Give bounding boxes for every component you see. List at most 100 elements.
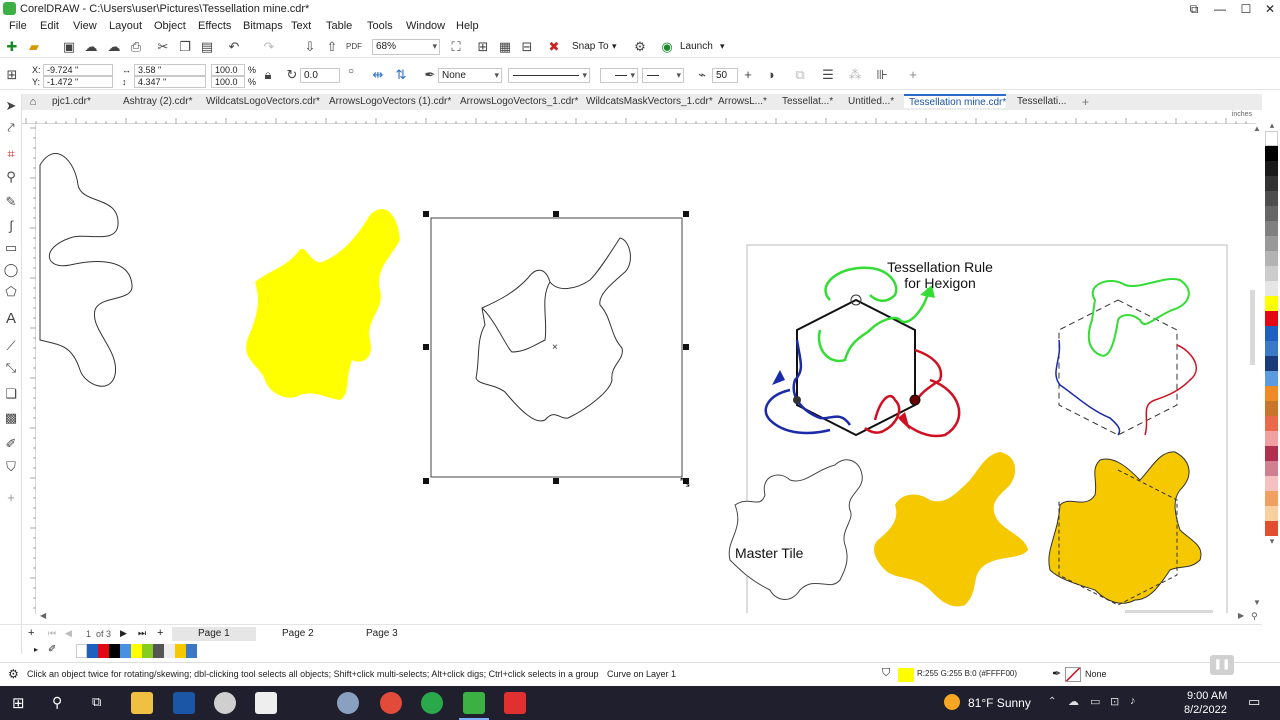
palette-scroll-down-icon[interactable]: ▾ <box>1264 536 1280 547</box>
mirror-horizontal-icon[interactable]: ⇹ <box>370 67 386 83</box>
drop-shadow-tool-icon[interactable]: ❏ <box>3 386 19 402</box>
doc-palette-swatch[interactable] <box>98 644 109 658</box>
x-position-field[interactable]: -9.724 " <box>43 64 113 76</box>
palette-swatch[interactable] <box>1265 476 1278 491</box>
screencast-app-icon[interactable] <box>173 692 195 714</box>
doc-tab-wildcats-mask[interactable]: WildcatsMaskVectors_1.cdr* <box>586 95 713 109</box>
mirror-vertical-icon[interactable]: ⇅ <box>393 67 409 83</box>
wrap-text-icon[interactable]: ☰ <box>820 67 836 83</box>
cloud-download-icon[interactable]: ☁ <box>106 39 122 55</box>
export-icon[interactable]: ⇧ <box>324 39 340 55</box>
coreldraw-active-taskbar-icon[interactable] <box>463 692 485 714</box>
tray-icon-1[interactable]: ☁ <box>1068 695 1079 708</box>
save-icon[interactable]: ▣ <box>61 39 77 55</box>
palette-scroll-up-icon[interactable]: ▴ <box>1264 120 1280 131</box>
vertical-ruler[interactable] <box>22 124 36 614</box>
ellipse-tool-icon[interactable]: ◯ <box>3 262 19 278</box>
page-tab-2[interactable]: Page 2 <box>274 627 322 641</box>
freehand-tool-icon[interactable]: ✎ <box>3 194 19 210</box>
prev-page-icon[interactable]: ◀ <box>65 628 72 639</box>
menu-effects[interactable]: Effects <box>198 20 231 32</box>
doc-palette-swatch[interactable] <box>109 644 120 658</box>
palette-swatch[interactable] <box>1265 431 1278 446</box>
zoom-fit-icon[interactable]: ⚲ <box>1251 611 1258 622</box>
curve-smoothing-field[interactable]: 50 <box>712 68 738 83</box>
menu-help[interactable]: Help <box>456 20 479 32</box>
notifications-icon[interactable]: ▭ <box>1248 694 1260 710</box>
cloud-upload-icon[interactable]: ☁ <box>83 39 99 55</box>
connector-tool-icon[interactable]: ⤡ <box>3 360 19 376</box>
doc-tab-ashtray[interactable]: Ashtray (2).cdr* <box>123 95 192 109</box>
close-curve-icon[interactable]: ◗ <box>764 67 780 83</box>
menu-text[interactable]: Text <box>291 20 311 32</box>
object-origin-icon[interactable]: ⊞ <box>4 67 20 83</box>
page-tab-3[interactable]: Page 3 <box>358 627 406 641</box>
launch-dropdown[interactable]: Launch <box>680 41 713 52</box>
page-tab-1[interactable]: Page 1 <box>172 627 256 641</box>
selected-curve-tile[interactable] <box>475 237 631 422</box>
add-page-before-icon[interactable]: + <box>28 627 34 639</box>
palette-swatch[interactable] <box>1265 446 1278 461</box>
outline-tile-left[interactable] <box>39 153 133 387</box>
lock-ratio-icon[interactable]: 🔒︎ <box>260 67 276 83</box>
chrome-icon[interactable] <box>380 692 402 714</box>
eyedropper-tool-icon[interactable]: ✐ <box>3 436 19 452</box>
palette-swatch[interactable] <box>1265 161 1278 176</box>
palette-swatch[interactable] <box>1265 176 1278 191</box>
launch-chevron-icon[interactable]: ▾ <box>720 41 725 52</box>
scale-width-field[interactable]: 100.0 <box>211 64 245 76</box>
home-icon[interactable]: ⌂ <box>25 94 41 110</box>
new-tab-icon[interactable]: + <box>1082 95 1089 109</box>
start-arrowhead-select[interactable] <box>600 68 638 83</box>
rectangle-tool-icon[interactable]: ▭ <box>3 240 19 256</box>
palette-swatch[interactable] <box>1265 251 1278 266</box>
doc-palette-swatch[interactable] <box>87 644 98 658</box>
crop-tool-icon[interactable]: ⌗ <box>3 146 19 162</box>
palette-swatch[interactable] <box>1265 401 1278 416</box>
minimize-button[interactable]: — <box>1208 1 1232 17</box>
palette-swatch[interactable] <box>1265 221 1278 236</box>
doc-palette-swatch[interactable] <box>120 644 131 658</box>
horizontal-scrollbar-thumb[interactable] <box>1125 610 1213 613</box>
snap-to-chevron-icon[interactable]: ▾ <box>612 41 617 52</box>
show-rulers-icon[interactable]: ⊞ <box>475 39 491 55</box>
menu-edit[interactable]: Edit <box>40 20 59 32</box>
publish-pdf-icon[interactable]: PDF <box>346 39 362 55</box>
show-guidelines-icon[interactable]: ⊟ <box>519 39 535 55</box>
status-settings-icon[interactable]: ⚙ <box>8 667 19 681</box>
open-icon[interactable]: ▰ <box>26 39 42 55</box>
launch-icon[interactable]: ◉ <box>659 39 675 55</box>
weather-text[interactable]: 81°F Sunny <box>968 696 1031 710</box>
palette-swatch[interactable] <box>1265 236 1278 251</box>
scroll-left-icon[interactable]: ◀ <box>40 611 46 620</box>
palette-swatch[interactable] <box>1265 266 1278 281</box>
palette-swatch[interactable] <box>1265 521 1278 536</box>
palette-swatch[interactable] <box>1265 281 1278 296</box>
clock-time[interactable]: 9:00 AM <box>1187 690 1227 702</box>
palette-swatch[interactable] <box>1265 191 1278 206</box>
menu-file[interactable]: File <box>9 20 27 32</box>
doc-palette-eyedropper-icon[interactable]: ✐ <box>48 644 56 655</box>
tray-chevron-icon[interactable]: ⌃ <box>1048 696 1056 707</box>
maximize-button[interactable]: ☐ <box>1234 1 1258 17</box>
yellow-fill-tile[interactable] <box>246 209 400 400</box>
scroll-up-icon[interactable]: ▲ <box>1253 124 1261 133</box>
account-icon[interactable]: ⧉ <box>1182 1 1206 17</box>
show-grid-icon[interactable]: ▦ <box>497 39 513 55</box>
shaping-weld-icon[interactable]: ⧉ <box>792 67 808 83</box>
outline-color-swatch[interactable] <box>1065 667 1081 682</box>
menu-tools[interactable]: Tools <box>367 20 393 32</box>
scroll-down-icon[interactable]: ▼ <box>1253 598 1261 607</box>
paste-icon[interactable]: ▤ <box>199 39 215 55</box>
palette-swatch[interactable] <box>1265 206 1278 221</box>
scale-height-field[interactable]: 100.0 <box>211 76 245 88</box>
doc-tab-arrows-logo-1[interactable]: ArrowsLogoVectors (1).cdr* <box>329 95 451 109</box>
windows-start-icon[interactable]: ⊞ <box>12 694 25 712</box>
file-explorer-icon[interactable] <box>131 692 153 714</box>
add-tool-icon[interactable]: + <box>3 490 19 506</box>
doc-palette-swatch[interactable] <box>186 644 197 658</box>
weather-sun-icon[interactable] <box>944 694 960 710</box>
y-position-field[interactable]: -1.472 " <box>43 76 113 88</box>
doc-tab-arrows-logo-vectors[interactable]: ArrowsLogoVectors_1.cdr* <box>460 95 578 109</box>
doc-tab-tessellation-mine[interactable]: Tessellation mine.cdr* <box>904 94 1006 108</box>
